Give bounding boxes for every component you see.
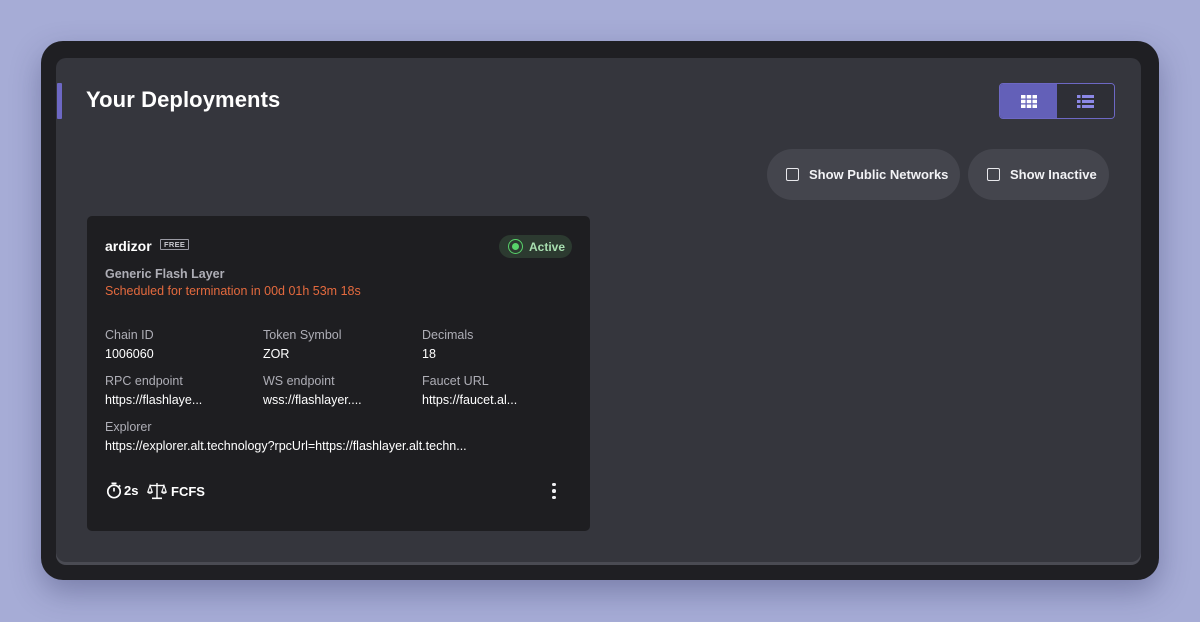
- termination-notice: Scheduled for termination in 00d 01h 53m…: [105, 284, 361, 298]
- show-inactive-toggle[interactable]: Show Inactive: [968, 149, 1109, 200]
- stopwatch-icon: [106, 482, 122, 499]
- status-badge: Active: [499, 235, 572, 258]
- show-public-networks-label: Show Public Networks: [809, 167, 949, 182]
- token-symbol-value: ZOR: [263, 347, 290, 361]
- block-time: 2s: [106, 482, 138, 499]
- rpc-endpoint-value[interactable]: https://flashlaye...: [105, 393, 202, 407]
- more-options-button[interactable]: [548, 482, 560, 500]
- more-vertical-icon-dot: [552, 495, 556, 500]
- show-inactive-label: Show Inactive: [1010, 167, 1097, 182]
- chain-id-value: 1006060: [105, 347, 154, 361]
- sequencer-mode-value: FCFS: [171, 483, 205, 499]
- ws-endpoint-value[interactable]: wss://flashlayer....: [263, 393, 362, 407]
- explorer-label: Explorer: [105, 420, 152, 434]
- deployment-card[interactable]: ardizor FREE Active Generic Flash Layer …: [87, 216, 590, 531]
- token-symbol-label: Token Symbol: [263, 328, 342, 342]
- faucet-url-value[interactable]: https://faucet.al...: [422, 393, 517, 407]
- show-inactive-checkbox[interactable]: [987, 168, 1000, 181]
- deployment-name: ardizor: [105, 238, 152, 254]
- decimals-value: 18: [422, 347, 436, 361]
- page-title: Your Deployments: [86, 87, 281, 112]
- more-vertical-icon: [552, 482, 556, 487]
- decimals-label: Decimals: [422, 328, 474, 342]
- grid-view-button[interactable]: [1000, 84, 1057, 118]
- explorer-value[interactable]: https://explorer.alt.technology?rpcUrl=h…: [105, 439, 467, 453]
- deployment-type: Generic Flash Layer: [105, 267, 225, 281]
- sequencer-mode: FCFS: [147, 482, 205, 500]
- list-view-icon: [1077, 94, 1094, 108]
- ws-endpoint-label: WS endpoint: [263, 374, 335, 388]
- view-toggle: [999, 83, 1115, 119]
- chain-id-label: Chain ID: [105, 328, 154, 342]
- status-text: Active: [529, 239, 566, 254]
- grid-view-icon: [1020, 94, 1037, 108]
- show-public-networks-toggle[interactable]: Show Public Networks: [767, 149, 960, 200]
- rpc-endpoint-label: RPC endpoint: [105, 374, 183, 388]
- balance-scale-icon: [147, 483, 167, 500]
- plan-badge: FREE: [160, 239, 190, 250]
- list-view-button[interactable]: [1057, 84, 1114, 118]
- more-vertical-icon-dot: [552, 489, 556, 493]
- status-dot-icon: [508, 239, 523, 254]
- faucet-url-label: Faucet URL: [422, 374, 489, 388]
- title-accent-bar: [57, 83, 62, 119]
- block-time-value: 2s: [124, 483, 139, 498]
- show-public-networks-checkbox[interactable]: [786, 168, 799, 181]
